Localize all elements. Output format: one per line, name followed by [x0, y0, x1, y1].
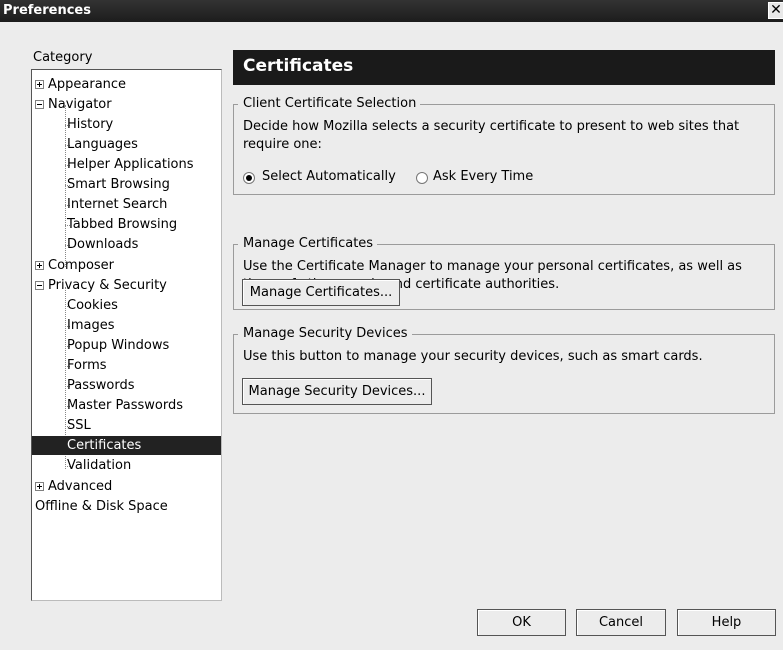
- group-description: Use this button to manage your security …: [243, 349, 703, 364]
- tree-item-languages[interactable]: Languages: [67, 135, 138, 154]
- tree-item-certificates[interactable]: Certificates: [32, 436, 221, 455]
- expand-icon[interactable]: [35, 80, 44, 89]
- tree-item-images[interactable]: Images: [67, 316, 115, 335]
- tree-item-smart-browsing[interactable]: Smart Browsing: [67, 175, 170, 194]
- radio-select-automatically[interactable]: [243, 172, 255, 184]
- tree-item-offline-disk-space[interactable]: Offline & Disk Space: [35, 497, 168, 516]
- group-description: Decide how Mozilla selects a security ce…: [243, 119, 740, 152]
- button-label: Cancel: [598, 614, 644, 630]
- button-label: Manage Security Devices...: [248, 383, 426, 399]
- tree-item-tabbed-browsing[interactable]: Tabbed Browsing: [67, 215, 177, 234]
- collapse-icon[interactable]: [35, 281, 44, 290]
- button-label: Help: [711, 614, 742, 630]
- close-icon[interactable]: ✕: [768, 2, 783, 19]
- category-tree[interactable]: Appearance Navigator History Languages H…: [31, 69, 222, 601]
- group-legend: Manage Security Devices: [238, 326, 412, 341]
- window-title: Preferences: [3, 3, 91, 18]
- tree-item-cookies[interactable]: Cookies: [67, 296, 118, 315]
- tree-item-downloads[interactable]: Downloads: [67, 235, 138, 254]
- manage-security-devices-button[interactable]: Manage Security Devices...: [242, 378, 432, 405]
- tree-item-helper-applications[interactable]: Helper Applications: [67, 155, 194, 174]
- tree-item-passwords[interactable]: Passwords: [67, 376, 135, 395]
- cancel-button[interactable]: Cancel: [576, 609, 666, 636]
- expand-icon[interactable]: [35, 482, 44, 491]
- tree-item-history[interactable]: History: [67, 115, 113, 134]
- radio-label[interactable]: Ask Every Time: [433, 169, 533, 184]
- panel-header: Certificates: [233, 50, 775, 85]
- manage-certificates-button[interactable]: Manage Certificates...: [242, 279, 400, 306]
- title-bar: Preferences ✕: [0, 0, 783, 22]
- button-label: Manage Certificates...: [249, 284, 393, 300]
- tree-item-ssl[interactable]: SSL: [67, 416, 91, 435]
- tree-item-popup-windows[interactable]: Popup Windows: [67, 336, 169, 355]
- tree-item-advanced[interactable]: Advanced: [32, 477, 221, 496]
- expand-icon[interactable]: [35, 261, 44, 270]
- radio-label[interactable]: Select Automatically: [262, 169, 396, 184]
- group-legend: Manage Certificates: [238, 236, 378, 251]
- tree-item-forms[interactable]: Forms: [67, 356, 107, 375]
- category-label: Category: [33, 50, 93, 65]
- tree-item-privacy-security[interactable]: Privacy & Security: [32, 276, 221, 295]
- tree-item-navigator[interactable]: Navigator: [32, 95, 221, 114]
- ok-button[interactable]: OK: [477, 609, 566, 636]
- button-label: OK: [512, 614, 531, 630]
- tree-connector: [65, 105, 66, 267]
- panel-title: Certificates: [243, 56, 354, 76]
- tree-item-master-passwords[interactable]: Master Passwords: [67, 396, 183, 415]
- group-legend: Client Certificate Selection: [238, 96, 421, 111]
- tree-item-validation[interactable]: Validation: [67, 456, 131, 475]
- tree-item-internet-search[interactable]: Internet Search: [67, 195, 167, 214]
- tree-item-appearance[interactable]: Appearance: [32, 75, 221, 94]
- help-button[interactable]: Help: [677, 609, 776, 636]
- tree-item-composer[interactable]: Composer: [32, 256, 221, 275]
- client-certificate-group: Client Certificate Selection Decide how …: [233, 96, 775, 195]
- collapse-icon[interactable]: [35, 100, 44, 109]
- radio-ask-every-time[interactable]: [416, 172, 428, 184]
